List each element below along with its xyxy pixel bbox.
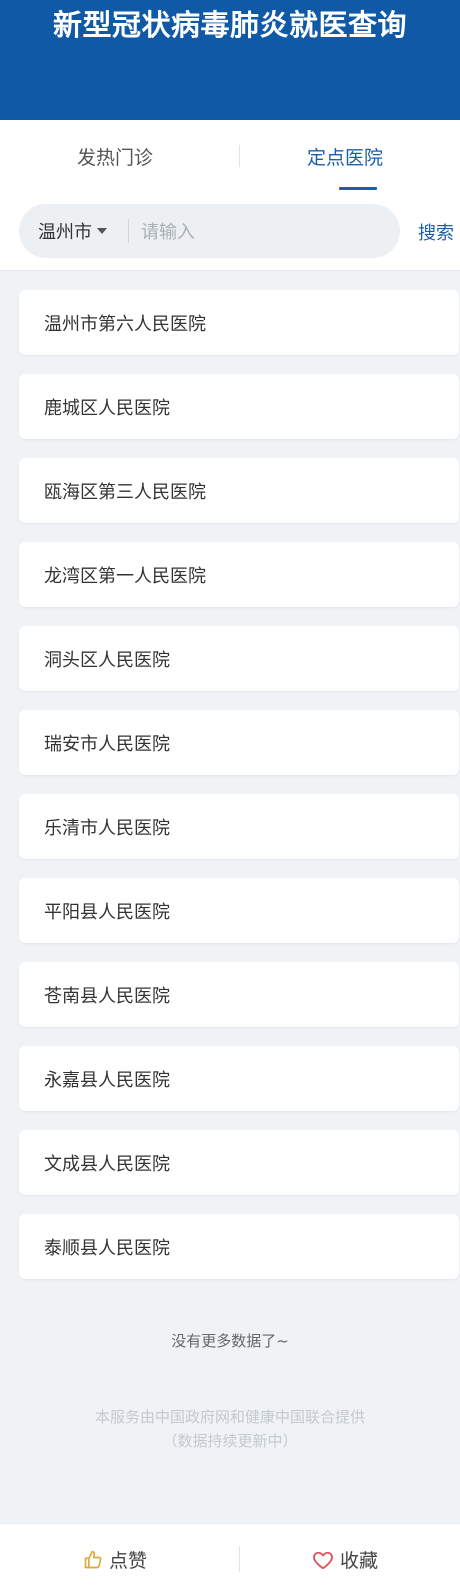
hospital-list-item[interactable]: 苍南县人民医院 [19,962,459,1027]
hospital-list-item[interactable]: 温州市第六人民医院 [19,290,459,355]
hospital-list-item[interactable]: 瑞安市人民医院 [19,710,459,775]
favorite-button[interactable]: 收藏 [230,1524,460,1595]
hospital-list: 温州市第六人民医院 鹿城区人民医院 瓯海区第三人民医院 龙湾区第一人民医院 洞头区人民医… [19,290,459,1298]
thumbs-up-icon [84,1550,102,1568]
search-box: 温州市 [19,204,400,258]
hospital-list-item[interactable]: 鹿城区人民医院 [19,374,459,439]
footer-note-line1: 本服务由中国政府网和健康中国联合提供 [94,1408,365,1426]
bottom-bar: 点赞 收藏 [0,1523,460,1595]
chevron-down-icon [97,228,107,234]
heart-icon [313,1551,333,1569]
hospital-list-item[interactable]: 龙湾区第一人民医院 [19,542,459,607]
like-button[interactable]: 点赞 [0,1524,230,1595]
hospital-list-item[interactable]: 泰顺县人民医院 [19,1214,459,1279]
tab-divider [239,145,240,167]
search-button[interactable]: 搜索 [418,193,454,270]
city-select-label: 温州市 [38,222,92,243]
no-more-text: 没有更多数据了~ [171,1332,289,1350]
city-select[interactable]: 温州市 [38,204,107,258]
search-divider [128,219,129,243]
page-header: 新型冠状病毒肺炎就医查询 [0,0,460,120]
like-label: 点赞 [108,1550,147,1572]
tab-fever-clinic[interactable]: 发热门诊 [0,120,230,193]
hospital-list-item[interactable]: 平阳县人民医院 [19,878,459,943]
hospital-list-item[interactable]: 永嘉县人民医院 [19,1046,459,1111]
search-input[interactable] [139,213,383,251]
footer-note: 本服务由中国政府网和健康中国联合提供 （数据持续更新中） [0,1405,460,1453]
hospital-list-item[interactable]: 洞头区人民医院 [19,626,459,691]
search-bar: 温州市 搜索 [0,193,460,271]
page-title: 新型冠状病毒肺炎就医查询 [52,8,407,42]
hospital-list-item[interactable]: 乐清市人民医院 [19,794,459,859]
footer-note-line2: （数据持续更新中） [162,1432,298,1450]
active-tab-indicator [339,187,377,190]
hospital-list-item[interactable]: 文成县人民医院 [19,1130,459,1195]
hospital-list-item[interactable]: 瓯海区第三人民医院 [19,458,459,523]
favorite-label: 收藏 [339,1550,378,1572]
tab-bar: 发热门诊 定点医院 [0,120,460,193]
tab-designated-hospital[interactable]: 定点医院 [230,120,460,193]
